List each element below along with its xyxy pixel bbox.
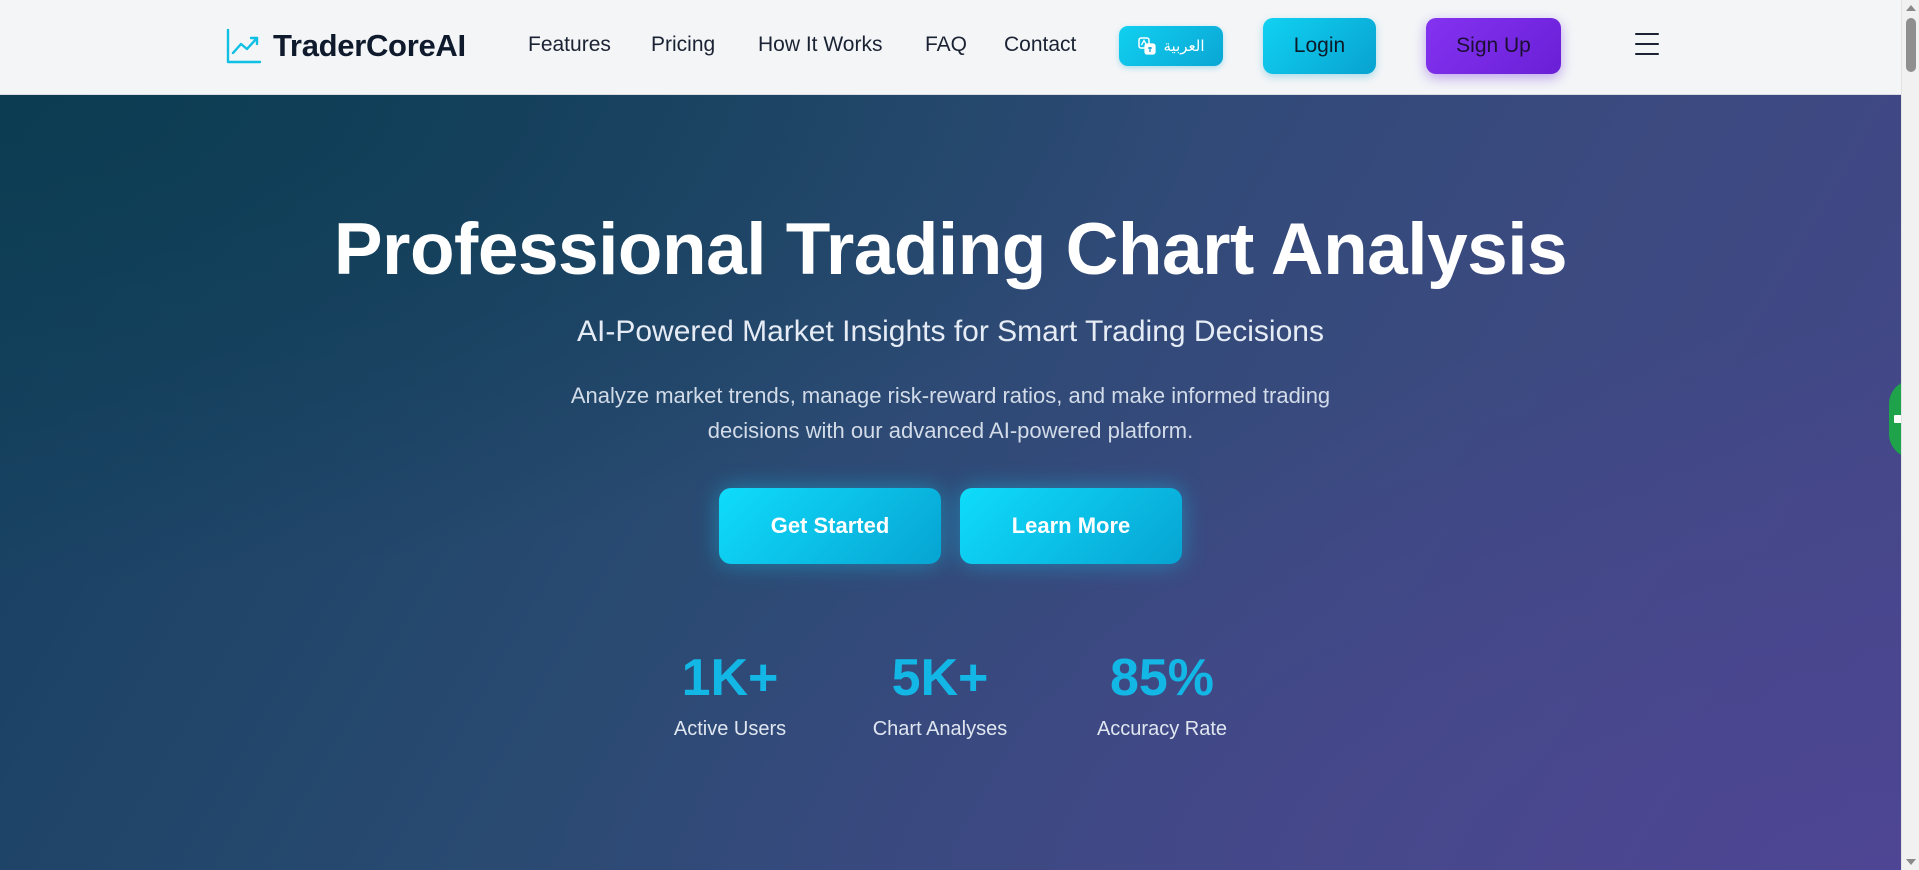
scroll-down-arrow-icon[interactable] — [1906, 859, 1916, 865]
learn-more-button[interactable]: Learn More — [960, 488, 1182, 564]
stat-accuracy-rate: 85% Accuracy Rate — [1080, 650, 1244, 741]
nav-link-how-it-works[interactable]: How It Works — [758, 33, 882, 57]
stat-label: Active Users — [673, 718, 787, 740]
nav-link-features[interactable]: Features — [528, 33, 611, 57]
stat-label: Accuracy Rate — [1096, 718, 1228, 740]
scroll-thumb[interactable] — [1906, 18, 1916, 72]
top-navbar: TraderCoreAI Features Pricing How It Wor… — [0, 0, 1901, 95]
language-label: العربية — [1163, 37, 1205, 55]
brand-name: TraderCoreAI — [273, 28, 466, 63]
get-started-button[interactable]: Get Started — [719, 488, 941, 564]
stat-value: 5K+ — [891, 649, 989, 707]
hero-title: Professional Trading Chart Analysis — [333, 209, 1568, 290]
stat-label: Chart Analyses — [872, 718, 1008, 740]
hero-section: Professional Trading Chart Analysis AI-P… — [0, 95, 1901, 870]
nav-link-contact[interactable]: Contact — [1004, 33, 1076, 57]
stat-active-users: 1K+ Active Users — [660, 650, 800, 741]
translate-icon — [1137, 37, 1156, 55]
login-button[interactable]: Login — [1263, 18, 1376, 74]
stat-chart-analyses: 5K+ Chart Analyses — [860, 650, 1020, 741]
trending-up-chart-icon — [226, 28, 262, 64]
hero-description: Analyze market trends, manage risk-rewar… — [570, 383, 1331, 443]
scroll-up-arrow-icon[interactable] — [1906, 5, 1916, 11]
nav-link-faq[interactable]: FAQ — [925, 33, 967, 57]
page-scrollbar[interactable] — [1901, 0, 1919, 870]
hamburger-menu-icon[interactable] — [1635, 33, 1659, 55]
stat-value: 85% — [1109, 649, 1215, 707]
signup-button[interactable]: Sign Up — [1426, 18, 1561, 74]
stat-value: 1K+ — [681, 649, 779, 707]
language-toggle-button[interactable]: العربية — [1119, 26, 1223, 66]
nav-link-pricing[interactable]: Pricing — [651, 33, 715, 57]
hero-subtitle: AI-Powered Market Insights for Smart Tra… — [577, 315, 1324, 348]
brand-logo-link[interactable]: TraderCoreAI — [225, 26, 466, 66]
